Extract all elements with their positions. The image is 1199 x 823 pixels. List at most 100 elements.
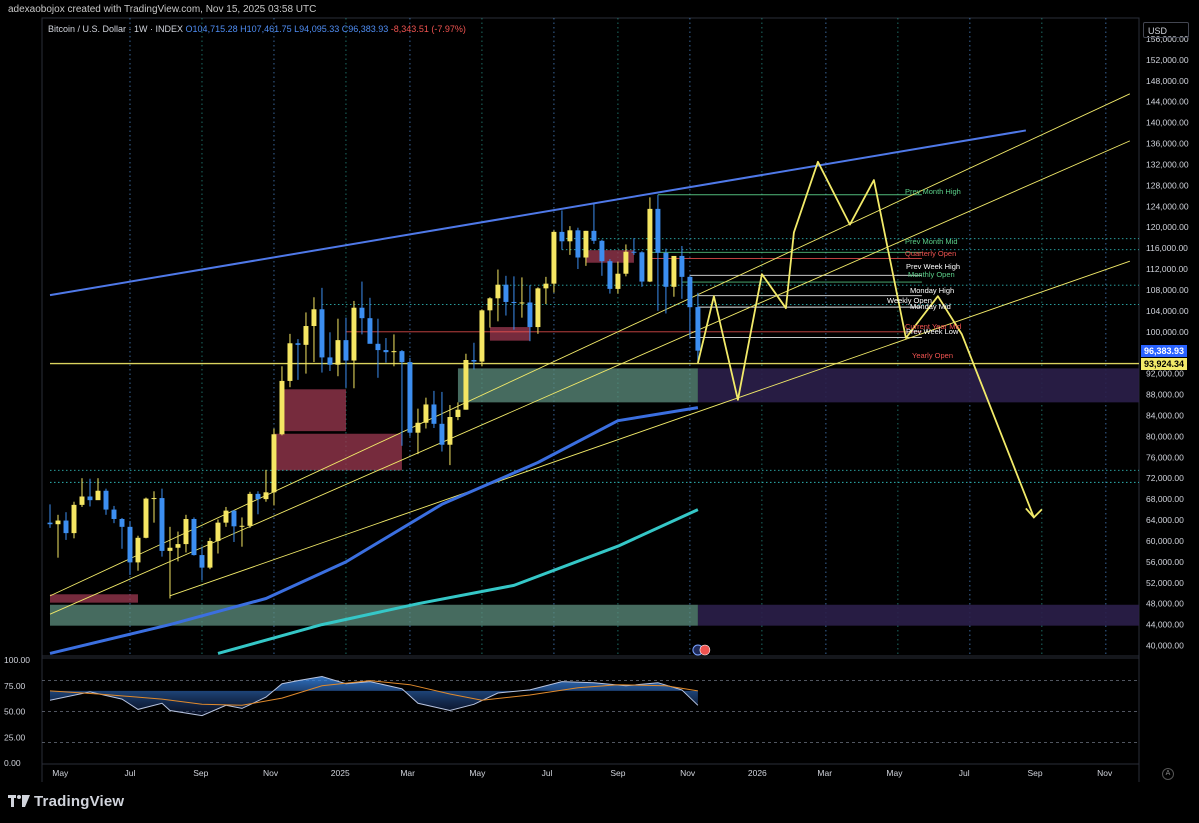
price-tick-label: 44,000.00 [1146, 620, 1184, 630]
zone-green_demand [457, 368, 698, 403]
rsi-tick-label: 50.00 [4, 707, 26, 717]
label-quarterly-open: Quarterly Open [905, 248, 957, 258]
candle-body [127, 526, 133, 563]
candle-body [655, 208, 661, 253]
label-monthly-open: Monthly Open [908, 269, 955, 279]
candle-body [679, 255, 685, 277]
candle-body [239, 525, 245, 527]
candle-body [335, 340, 341, 365]
auto-scale-button[interactable]: A [1162, 768, 1174, 780]
price-tick-label: 124,000.00 [1146, 201, 1189, 211]
time-tick-label: May [52, 768, 69, 778]
candle-body [231, 510, 237, 527]
candle-body [399, 351, 405, 363]
label-prev-month-high: Prev Month High [905, 186, 961, 196]
price-tick-label: 48,000.00 [1146, 599, 1184, 609]
time-tick-label: 2026 [748, 768, 767, 778]
candle-body [87, 496, 93, 501]
rsi-tick-label: 100.00 [4, 655, 30, 665]
candle-body [367, 318, 373, 344]
price-tick-label: 144,000.00 [1146, 97, 1189, 107]
tradingview-footer: TradingView [8, 793, 124, 811]
currency-button[interactable]: USD [1143, 22, 1189, 38]
price-tick-label: 80,000.00 [1146, 431, 1184, 441]
candle-body [551, 231, 557, 284]
chart-pane-border [41, 17, 1140, 657]
price-tick-label: 72,000.00 [1146, 473, 1184, 483]
candle-body [199, 555, 205, 568]
candle-body [519, 302, 525, 304]
candle-body [479, 310, 485, 362]
candle-body [151, 498, 157, 500]
ohlc-high: H107,461.75 [240, 24, 292, 34]
candle-body [255, 493, 261, 500]
price-chart[interactable]: 156,000.00152,000.00148,000.00144,000.00… [0, 0, 1199, 823]
time-tick-label: Sep [193, 768, 208, 778]
price-tick-label: 108,000.00 [1146, 285, 1189, 295]
time-tick-label: 2025 [331, 768, 350, 778]
candle-body [535, 288, 541, 328]
price-tick-label: 84,000.00 [1146, 410, 1184, 420]
candle-body [607, 261, 613, 289]
yellow-level-tag: 93,924.34 [1141, 357, 1187, 370]
brand-name: TradingView [34, 793, 125, 810]
price-tick-label: 116,000.00 [1146, 243, 1188, 253]
zone-red_fvg_1 [281, 389, 346, 432]
label-yearly-open: Yearly Open [912, 350, 954, 360]
candle-body [471, 360, 477, 362]
candle-body [359, 307, 365, 319]
candle-body [559, 231, 565, 242]
candle-body [95, 490, 101, 501]
candle-body [503, 284, 509, 302]
candle-body [223, 510, 229, 523]
ohlc-open: O104,715.28 [185, 24, 238, 34]
time-tick-label: Jul [125, 768, 136, 778]
zone-purple_demand_ext [697, 368, 1139, 403]
price-tick-label: 76,000.00 [1146, 452, 1184, 462]
price-tick-label: 88,000.00 [1146, 390, 1184, 400]
rsi-tick-label: 25.00 [4, 732, 26, 742]
candle-body [175, 544, 181, 548]
candle-body [423, 404, 429, 423]
candle-body [327, 357, 333, 365]
candle-body [391, 351, 397, 353]
candle-body [143, 498, 149, 538]
candle-body [695, 307, 701, 351]
time-tick-label: Nov [263, 768, 279, 778]
price-tick-label: 104,000.00 [1146, 306, 1189, 316]
time-tick-label: Jul [542, 768, 553, 778]
rsi-tick-label: 0.00 [4, 758, 21, 768]
candle-body [247, 493, 253, 526]
candle-body [575, 230, 581, 258]
candle-body [487, 298, 493, 311]
candle-body [375, 343, 381, 351]
candle-body [71, 504, 77, 534]
candle-body [599, 240, 605, 262]
time-tick-label: May [469, 768, 486, 778]
candle-body [111, 509, 117, 519]
time-tick-label: Nov [680, 768, 696, 778]
candle-body [55, 520, 61, 525]
candle-body [407, 362, 413, 433]
ohlc-low: L94,095.33 [294, 24, 340, 34]
candle-body [119, 518, 125, 527]
candle-body [319, 309, 325, 358]
candle-body [687, 276, 693, 308]
trendline-upper_channel [49, 129, 1027, 297]
price-tick-label: 112,000.00 [1146, 264, 1188, 274]
label-prev-week-low: Prev Week Low [906, 327, 959, 337]
candle-body [271, 434, 277, 493]
price-tick-label: 92,000.00 [1146, 369, 1184, 379]
candle-body [135, 537, 141, 563]
candle-body [79, 496, 85, 505]
time-tick-label: Jul [959, 768, 970, 778]
candle-body [455, 409, 461, 418]
candle-body [191, 518, 197, 556]
candle-body [567, 230, 573, 242]
candle-body [103, 490, 109, 510]
candle-body [383, 350, 389, 353]
price-tick-label: 120,000.00 [1146, 222, 1189, 232]
candle-body [303, 326, 309, 345]
candle-body [183, 518, 189, 545]
zone-red_fvg_3 [50, 594, 138, 603]
